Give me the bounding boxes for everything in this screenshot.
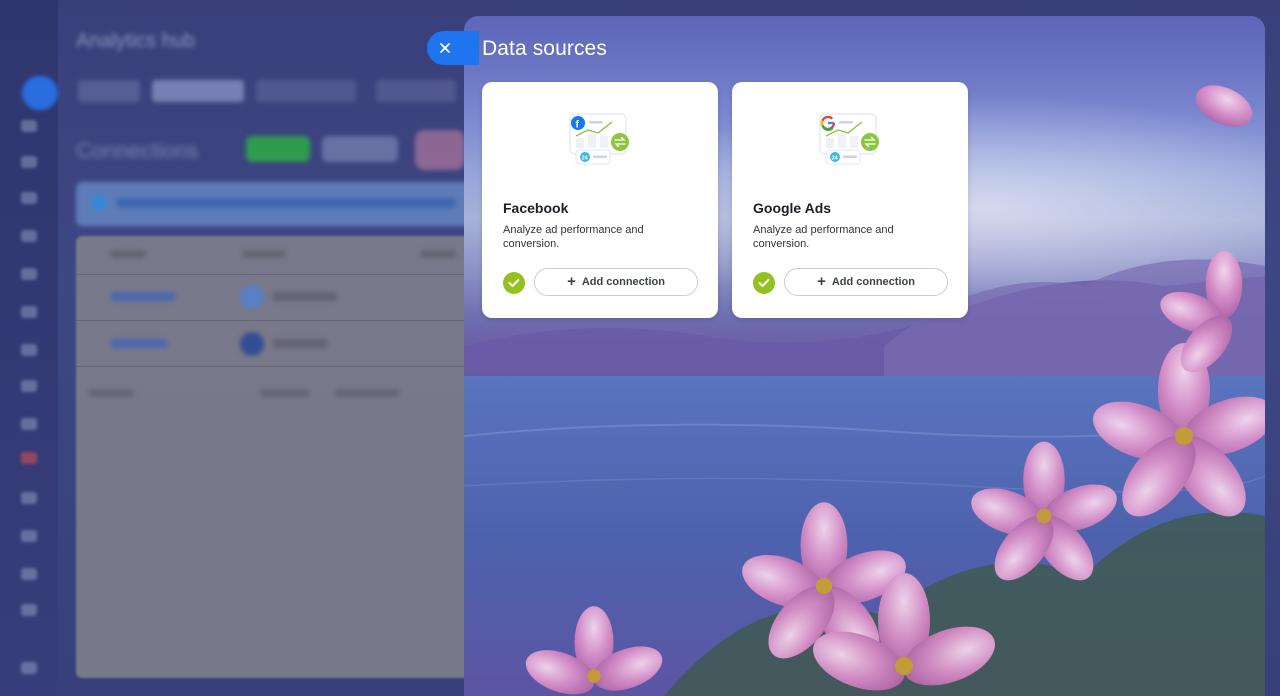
background-sidebar-active-item bbox=[22, 76, 58, 110]
sync-icon bbox=[861, 133, 879, 151]
column-header bbox=[420, 250, 456, 258]
data-source-card-google-ads[interactable]: 24 Google Ads Analyze ad performance and… bbox=[732, 82, 968, 318]
connected-check-icon bbox=[753, 272, 775, 294]
background-tab bbox=[152, 80, 244, 102]
table-cell bbox=[272, 339, 328, 348]
sync-icon bbox=[611, 133, 629, 151]
background-heading: Connections bbox=[76, 138, 199, 163]
panel-title: Data sources bbox=[482, 37, 607, 60]
column-header bbox=[242, 250, 286, 258]
add-connection-button-facebook[interactable]: + Add connection bbox=[534, 268, 698, 296]
background-app-title: Analytics hub bbox=[76, 30, 195, 52]
sidebar-icon bbox=[21, 418, 37, 430]
add-connection-label: Add connection bbox=[581, 276, 665, 288]
sidebar-icon bbox=[21, 452, 37, 464]
column-header bbox=[110, 250, 146, 258]
table-divider bbox=[76, 366, 476, 367]
table-cell bbox=[272, 292, 338, 301]
sidebar-icon bbox=[21, 662, 37, 674]
data-source-description: Analyze ad performance and conversion. bbox=[753, 224, 894, 250]
connected-check-icon bbox=[503, 272, 525, 294]
background-table bbox=[76, 236, 476, 678]
table-divider bbox=[76, 320, 476, 321]
add-connection-label: Add connection bbox=[831, 276, 915, 288]
background-tab bbox=[78, 80, 140, 102]
data-source-name: Google Ads bbox=[753, 200, 832, 216]
background-tab bbox=[376, 80, 456, 102]
plus-icon: + bbox=[567, 273, 576, 290]
background-decoration bbox=[415, 130, 465, 170]
google-ads-integration-illustration: 24 bbox=[819, 113, 879, 165]
table-divider bbox=[76, 274, 476, 275]
sidebar-icon bbox=[21, 568, 37, 580]
data-source-name: Facebook bbox=[503, 200, 569, 216]
data-sources-panel: Data sources f 24 Facebook Analyze ad pe… bbox=[464, 16, 1265, 696]
plus-icon: + bbox=[817, 273, 826, 290]
sidebar-icon bbox=[21, 192, 37, 204]
sidebar-icon bbox=[21, 268, 37, 280]
background-search-field bbox=[322, 136, 398, 162]
close-icon bbox=[440, 43, 450, 53]
sidebar-icon bbox=[21, 492, 37, 504]
svg-text:24: 24 bbox=[582, 155, 589, 161]
table-footer bbox=[334, 389, 400, 397]
sidebar-icon bbox=[21, 344, 37, 356]
background-create-button bbox=[246, 136, 310, 162]
background-banner-text bbox=[116, 198, 456, 208]
data-source-description: Analyze ad performance and conversion. bbox=[503, 224, 644, 250]
background-sidebar bbox=[0, 0, 58, 696]
service-avatar bbox=[240, 332, 264, 356]
table-row bbox=[110, 339, 168, 348]
sidebar-icon bbox=[21, 380, 37, 392]
info-icon bbox=[92, 196, 106, 210]
sidebar-icon bbox=[21, 120, 37, 132]
sidebar-icon bbox=[21, 306, 37, 318]
table-row bbox=[110, 292, 176, 301]
sidebar-icon bbox=[21, 604, 37, 616]
add-connection-button-google-ads[interactable]: + Add connection bbox=[784, 268, 948, 296]
sidebar-icon bbox=[21, 156, 37, 168]
facebook-integration-illustration: f 24 bbox=[569, 113, 629, 165]
table-footer bbox=[260, 389, 310, 397]
data-source-card-facebook[interactable]: f 24 Facebook Analyze ad performance and… bbox=[482, 82, 718, 318]
sidebar-icon bbox=[21, 530, 37, 542]
background-tab bbox=[256, 80, 356, 102]
close-panel-button[interactable] bbox=[427, 31, 479, 65]
service-avatar bbox=[240, 285, 264, 309]
table-footer bbox=[88, 389, 134, 397]
svg-text:24: 24 bbox=[832, 155, 839, 161]
sidebar-icon bbox=[21, 230, 37, 242]
